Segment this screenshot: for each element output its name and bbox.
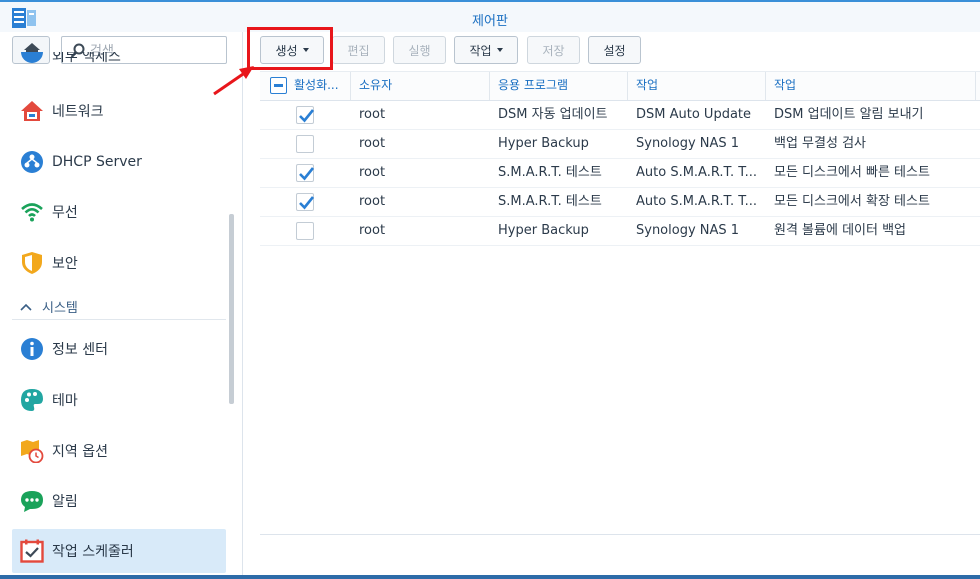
column-header-task[interactable]: 작업 — [628, 72, 766, 100]
column-header-application[interactable]: 응용 프로그램 — [490, 72, 628, 100]
title-bar: 제어판 — [0, 0, 980, 32]
cell-task: Synology NAS 1 — [636, 136, 740, 151]
cell-owner: root — [359, 194, 386, 209]
sidebar-item-regional-options[interactable]: 지역 옵션 — [12, 429, 226, 473]
cell-action: 모든 디스크에서 확장 테스트 — [774, 194, 930, 209]
chat-bubble-icon — [21, 491, 43, 512]
red-arrow-annotation — [213, 66, 254, 96]
column-header-owner[interactable]: 소유자 — [351, 72, 490, 100]
cell-owner: root — [359, 136, 386, 151]
checkmark-icon — [299, 109, 315, 123]
chevron-up-icon — [20, 303, 32, 311]
wifi-icon — [21, 203, 43, 222]
sidebar-item-label: 작업 스케줄러 — [52, 544, 134, 560]
row-enabled-checkbox[interactable] — [296, 106, 315, 124]
run-button-label: 실행 — [408, 43, 431, 58]
cell-owner: root — [359, 165, 386, 180]
cell-task: DSM Auto Update — [636, 107, 752, 122]
cell-application: Hyper Backup — [498, 136, 589, 151]
table-row[interactable]: root Hyper Backup Synology NAS 1 원격 볼륨에 … — [260, 217, 980, 246]
checkmark-icon — [299, 167, 315, 181]
globe-icon — [21, 52, 43, 63]
cell-action: 모든 디스크에서 빠른 테스트 — [774, 165, 930, 180]
toolbar: 생성 편집 실행 작업 저장 설정 — [243, 32, 980, 68]
table-row[interactable]: root S.M.A.R.T. 테스트 Auto S.M.A.R.T. T...… — [260, 188, 980, 217]
cell-action: 원격 볼륨에 데이터 백업 — [774, 223, 906, 238]
column-header-action[interactable]: 작업 — [766, 72, 976, 100]
run-button[interactable]: 실행 — [393, 36, 446, 64]
task-table: 활성화... 소유자 응용 프로그램 작업 작업 root DSM 자동 업데이… — [260, 71, 980, 246]
sidebar-item-label: 지역 옵션 — [52, 444, 108, 460]
cell-owner: root — [359, 107, 386, 122]
sidebar-item-label: 정보 센터 — [52, 342, 108, 358]
cell-application: Hyper Backup — [498, 223, 589, 238]
sidebar-item-security[interactable]: 보안 — [12, 241, 226, 285]
dhcp-server-icon — [21, 151, 43, 173]
sidebar-item-label: 알림 — [52, 494, 78, 510]
sidebar-item-task-scheduler[interactable]: 작업 스케줄러 — [12, 529, 226, 573]
save-button[interactable]: 저장 — [527, 36, 580, 64]
calendar-check-icon — [20, 539, 44, 563]
sidebar-item-dhcp-server[interactable]: DHCP Server — [12, 140, 226, 184]
edit-button[interactable]: 편집 — [332, 36, 385, 64]
sidebar-item-label: 테마 — [52, 393, 78, 409]
cell-application: S.M.A.R.T. 테스트 — [498, 165, 602, 180]
cell-action: 백업 무결성 검사 — [774, 136, 866, 151]
cell-task: Synology NAS 1 — [636, 223, 740, 238]
settings-button[interactable]: 설정 — [588, 36, 641, 64]
sidebar-item-label: DHCP Server — [52, 154, 142, 170]
sidebar-item-label: 네트워크 — [52, 104, 104, 120]
cell-application: DSM 자동 업데이트 — [498, 107, 608, 122]
network-house-icon — [21, 101, 43, 121]
row-enabled-checkbox[interactable] — [296, 193, 315, 211]
table-footer-divider — [260, 534, 980, 535]
window-title: 제어판 — [472, 14, 508, 29]
sidebar-item-info-center[interactable]: 정보 센터 — [12, 327, 226, 371]
sidebar-item-partial[interactable]: 외부 액세스 — [20, 52, 140, 66]
sidebar-item-wireless[interactable]: 무선 — [12, 190, 226, 234]
cell-task: Auto S.M.A.R.T. T... — [636, 194, 758, 209]
sidebar: 외부 액세스 네트워크 DHCP Server 무선 — [0, 32, 243, 575]
sidebar-item-theme[interactable]: 테마 — [12, 378, 226, 422]
caret-down-icon — [496, 48, 503, 52]
info-icon — [21, 338, 43, 360]
shield-icon — [22, 252, 42, 274]
row-enabled-checkbox[interactable] — [296, 222, 314, 240]
table-row[interactable]: root S.M.A.R.T. 테스트 Auto S.M.A.R.T. T...… — [260, 159, 980, 188]
cell-action: DSM 업데이트 알림 보내기 — [774, 107, 924, 122]
action-button-label: 작업 — [469, 43, 492, 58]
action-button[interactable]: 작업 — [454, 36, 518, 64]
table-row[interactable]: root DSM 자동 업데이트 DSM Auto Update DSM 업데이… — [260, 101, 980, 130]
table-row[interactable]: root Hyper Backup Synology NAS 1 백업 무결성 … — [260, 130, 980, 159]
sidebar-item-notification[interactable]: 알림 — [12, 479, 226, 523]
cell-application: S.M.A.R.T. 테스트 — [498, 194, 602, 209]
bottom-bar — [0, 575, 980, 579]
sidebar-item-network[interactable]: 네트워크 — [12, 89, 226, 133]
cell-owner: root — [359, 223, 386, 238]
edit-button-label: 편집 — [347, 43, 370, 58]
sidebar-item-label: 보안 — [52, 256, 78, 272]
sidebar-item-label: 무선 — [52, 205, 78, 221]
select-all-checkbox[interactable] — [270, 77, 287, 94]
section-header-label: 시스템 — [42, 301, 78, 316]
table-body: root DSM 자동 업데이트 DSM Auto Update DSM 업데이… — [260, 101, 980, 246]
row-enabled-checkbox[interactable] — [296, 164, 315, 182]
save-button-label: 저장 — [542, 43, 565, 58]
row-enabled-checkbox[interactable] — [296, 135, 314, 153]
settings-button-label: 설정 — [603, 43, 626, 58]
map-clock-icon — [21, 440, 44, 463]
palette-icon — [21, 389, 43, 411]
cell-task: Auto S.M.A.R.T. T... — [636, 165, 758, 180]
sidebar-scrollbar[interactable] — [229, 214, 234, 404]
sidebar-item-label: 외부 액세스 — [52, 52, 121, 65]
section-header-system[interactable]: 시스템 — [12, 294, 226, 320]
checkmark-icon — [299, 196, 315, 210]
table-header: 활성화... 소유자 응용 프로그램 작업 작업 — [260, 71, 980, 101]
